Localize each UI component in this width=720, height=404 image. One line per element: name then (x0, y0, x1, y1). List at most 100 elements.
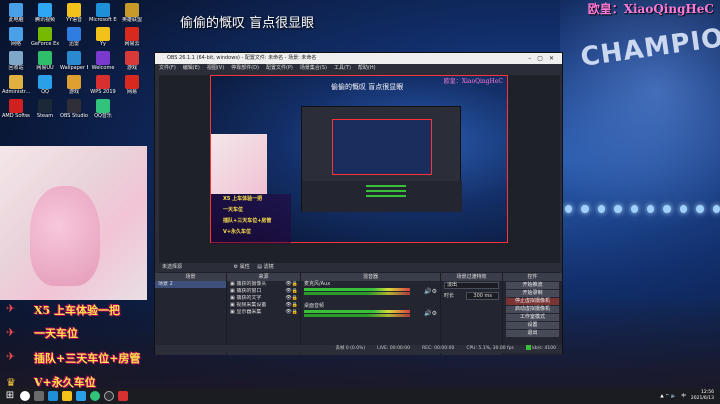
window-controls[interactable]: –▢✕ (528, 53, 560, 64)
sources-list: ▣ 捕获的摄像头 👁🔒 ▣ 捕获的窗口 👁🔒 ▣ 捕获的文字 👁🔒 ▣ 视频采集设备 👁… (227, 281, 300, 345)
speaker-icon[interactable]: 🔊⚙ (424, 310, 437, 317)
desktop-shortcut[interactable]: QQ音乐 (89, 99, 117, 119)
app-icon[interactable] (118, 391, 128, 401)
scene-item[interactable]: 场景 2 (155, 281, 226, 288)
source-label: 捕获的摄像头 (236, 281, 267, 287)
shortcut-label: Welcome (91, 65, 115, 71)
obs-title-text: OBS 26.1.1 (64-bit, windows) - 配置文件: 未命名… (167, 55, 317, 61)
start-recording-button[interactable]: 开始录制 (506, 290, 559, 297)
obs-titlebar[interactable]: OBS 26.1.1 (64-bit, windows) - 配置文件: 未命名… (155, 53, 562, 64)
shortcut-label: QQ音乐 (94, 113, 112, 119)
desktop-shortcut[interactable]: YY语音 (60, 3, 88, 23)
shortcut-label: 英雄联盟 (121, 17, 142, 23)
studio-mode-button[interactable]: 工作室模式 (506, 314, 559, 321)
desktop-shortcut[interactable]: 游戏 (60, 75, 88, 95)
music-icon[interactable] (90, 391, 100, 401)
stream-title-overlay: 偷偷的慨叹 盲点很显眼 (180, 16, 315, 31)
clock[interactable]: 12:56 2021/6/13 (691, 390, 714, 402)
filters-label: 滤镜 (263, 264, 274, 270)
menu-tools[interactable]: 工具(T) (334, 64, 351, 72)
crown-icon: ♛ (6, 376, 16, 389)
obs-icon[interactable] (104, 391, 114, 401)
search-icon[interactable] (20, 391, 30, 401)
preview-promo: X5 上车体验一把 一天车位 插队+三天车位+房管 V+永久车位 (211, 194, 291, 244)
shortcut-icon (96, 75, 110, 89)
speaker-icon[interactable]: 🔊⚙ (424, 288, 437, 295)
transitions-header: 场景过渡特效 (441, 273, 502, 281)
menu-scene-collection[interactable]: 场景集合(S) (300, 64, 327, 72)
volume-meter (304, 310, 410, 313)
desktop-shortcut[interactable]: Administr... (2, 75, 30, 95)
start-virtual-camera-button[interactable]: 启动虚拟摄像机 (506, 306, 559, 313)
properties-button[interactable]: ⚙ 属性 (234, 264, 250, 270)
menu-help[interactable]: 帮助(H) (358, 64, 376, 72)
desktop-shortcut[interactable]: 英雄联盟 (118, 3, 146, 23)
shortcut-icon (96, 27, 110, 41)
desktop-shortcut[interactable]: 网络 (2, 27, 30, 47)
desktop-shortcut[interactable]: 腾讯视频 (31, 3, 59, 23)
mixer-header: 混音器 (301, 273, 440, 281)
source-item[interactable]: ▣ 捕获的窗口 👁🔒 (227, 288, 300, 295)
filters-button[interactable]: ▤ 滤镜 (257, 264, 273, 270)
desktop-shortcut[interactable]: QQ (31, 75, 59, 95)
settings-button[interactable]: 设置 (506, 322, 559, 329)
sources-dock: 来源 ▣ 捕获的摄像头 👁🔒 ▣ 捕获的窗口 👁🔒 ▣ 捕获的文字 👁🔒 ▣ 视频采集… (227, 273, 301, 355)
desktop-shortcut[interactable]: Welcome (89, 51, 117, 71)
preview-promo-line: 插队+三天车位+房管 (223, 218, 272, 224)
mixer-channel-name: 桌面音频 (304, 303, 325, 309)
shortcut-icon (67, 99, 81, 113)
source-item[interactable]: ▣ 捕获的摄像头 👁🔒 (227, 281, 300, 288)
volume-slider[interactable] (304, 314, 410, 317)
preview-canvas[interactable]: 偷偷的慨叹 盲点很显眼 欧皇：XiaoQingHeC X5 上车体验一把 一天车… (210, 75, 508, 244)
desktop-shortcut[interactable]: 此电脑 (2, 3, 30, 23)
promo-line-3: 插队+三天车位+房管 (34, 352, 141, 365)
stop-virtual-camera-button[interactable]: 停止虚拟摄像机 (506, 298, 559, 305)
obs-statusbar: 丢帧 0 (0.0%) LIVE: 00:00:00 REC: 00:00:00… (155, 345, 562, 353)
menu-view[interactable]: 视图(V) (207, 64, 224, 72)
shortcut-icon (38, 27, 52, 41)
network-icon[interactable]: ▲ ⌔ 🔈 (660, 393, 676, 399)
desktop-shortcut[interactable]: 游戏 (118, 51, 146, 71)
desktop-shortcut[interactable]: Wallpaper Engine (60, 51, 88, 71)
start-streaming-button[interactable]: 开始推流 (506, 282, 559, 289)
shortcut-icon (38, 99, 52, 113)
bitrate-value: kb/s: 4100 (532, 346, 556, 351)
desktop-shortcut[interactable]: Yy (89, 27, 117, 47)
volume-slider[interactable] (304, 292, 410, 295)
shortcut-label: GeForce Experience (31, 41, 59, 47)
ime-icon[interactable]: 中 (681, 393, 686, 399)
desktop-shortcut[interactable]: 网易UU (31, 51, 59, 71)
menu-file[interactable]: 文件(F) (159, 64, 176, 72)
source-item[interactable]: ▣ 视频采集设备 👁🔒 (227, 302, 300, 309)
task-view-icon[interactable] (34, 391, 44, 401)
desktop-shortcut[interactable]: Microsoft Edge (89, 3, 117, 23)
taskbar: ⊞ ▲ ⌔ 🔈 中 12:56 2021/6/13 (0, 388, 720, 404)
exit-button[interactable]: 退出 (506, 330, 559, 337)
transition-select[interactable]: 淡出 (444, 282, 499, 289)
shortcut-label: 网易云 (124, 41, 140, 47)
source-item[interactable]: ▣ 显示器采集 👁🔒 (227, 309, 300, 316)
desktop-shortcut[interactable]: AMD Software (2, 99, 30, 119)
desktop-shortcut[interactable]: 网易云 (118, 27, 146, 47)
obs-window[interactable]: OBS 26.1.1 (64-bit, windows) - 配置文件: 未命名… (154, 52, 563, 355)
duration-field[interactable]: 300 ms (466, 292, 499, 300)
windows-start-icon[interactable]: ⊞ (0, 388, 20, 404)
desktop-shortcut[interactable]: GeForce Experience (31, 27, 59, 47)
shortcut-label: OBS Studio (60, 113, 88, 119)
qq-icon[interactable] (76, 391, 86, 401)
source-item[interactable]: ▣ 捕获的文字 👁🔒 (227, 295, 300, 302)
desktop-shortcut[interactable]: WPS 2019 (89, 75, 117, 95)
desktop-shortcut[interactable]: 网易 (118, 75, 146, 95)
menu-edit[interactable]: 编辑(E) (183, 64, 200, 72)
desktop-shortcut[interactable]: 迅雷 (60, 27, 88, 47)
desktop-shortcut[interactable]: Steam (31, 99, 59, 119)
menu-docks[interactable]: 停靠部件(D) (231, 64, 259, 72)
desktop-shortcut[interactable]: 回收站 (2, 51, 30, 71)
menu-profile[interactable]: 配置文件(P) (266, 64, 293, 72)
desktop-shortcut[interactable]: OBS Studio (60, 99, 88, 119)
preview-promo-line: 一天车位 (223, 207, 244, 213)
explorer-icon[interactable] (62, 391, 72, 401)
shortcut-label: 此电脑 (8, 17, 24, 23)
transition-duration-row: 时长 300 ms (441, 290, 502, 302)
edge-icon[interactable] (48, 391, 58, 401)
